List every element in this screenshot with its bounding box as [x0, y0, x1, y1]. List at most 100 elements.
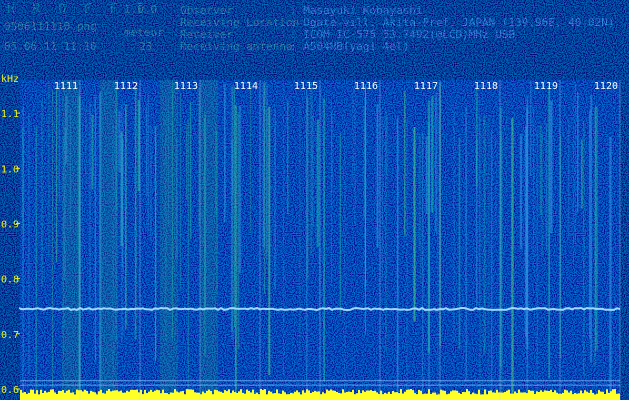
amplitude-bar — [130, 389, 132, 400]
amplitude-bar — [536, 391, 538, 400]
echo-streak — [475, 86, 478, 187]
amplitude-bar — [40, 389, 42, 400]
amplitude-bar — [314, 390, 316, 400]
echo-streak — [231, 139, 234, 340]
amplitude-bar — [36, 390, 38, 400]
echo-streak — [28, 113, 30, 375]
x-tick-label: 1115 — [294, 81, 318, 92]
amplitude-bar — [228, 389, 230, 400]
amplitude-bar — [56, 394, 58, 400]
amplitude-bar — [388, 391, 390, 400]
amplitude-bar — [96, 394, 98, 400]
amplitude-bar — [322, 392, 324, 400]
amplitude-bar — [84, 389, 86, 400]
amplitude-bar — [566, 390, 568, 400]
amplitude-bar — [610, 391, 612, 400]
amplitude-bar — [280, 393, 282, 400]
amplitude-bar — [356, 393, 358, 400]
amplitude-bar — [336, 392, 338, 400]
amplitude-bar — [412, 390, 414, 400]
amplitude-bar — [22, 392, 24, 400]
echo-streak — [40, 100, 44, 287]
amplitude-bar — [386, 393, 388, 400]
echo-streak — [238, 105, 242, 273]
echo-streak — [263, 80, 266, 295]
amplitude-bar — [480, 394, 482, 400]
amplitude-bar — [150, 389, 152, 400]
amplitude-bar — [470, 394, 472, 400]
amplitude-bar — [594, 394, 596, 400]
amplitude-bar — [418, 389, 420, 400]
echo-streak — [505, 96, 507, 195]
echo-streak — [420, 136, 421, 284]
echo-streak — [483, 114, 486, 354]
amplitude-bar — [514, 391, 516, 400]
amplitude-bar — [62, 390, 64, 400]
echo-streak — [406, 118, 408, 400]
y-axis-ticks: 1.1 1.0 0.9 0.8 0.7 0.6 — [1, 109, 20, 396]
amplitude-bar — [196, 392, 198, 400]
x-tick-label: 1117 — [414, 81, 438, 92]
x-tick-label: 1119 — [534, 81, 558, 92]
echo-streak — [453, 100, 455, 343]
amplitude-bar — [328, 390, 330, 400]
amplitude-bar — [74, 394, 76, 400]
echo-streak — [418, 133, 420, 251]
amplitude-bar — [52, 389, 54, 400]
amplitude-bar — [202, 391, 204, 400]
spectrogram: 1111 1112 1113 1114 1115 1116 1117 1118 1119 1120… — [1, 74, 621, 400]
amplitude-bar — [468, 391, 470, 400]
echo-streak — [435, 92, 437, 233]
amplitude-bar — [604, 394, 606, 400]
amplitude-bar — [584, 390, 586, 400]
amplitude-bar — [564, 389, 566, 400]
echo-streak — [376, 104, 379, 249]
echo-streak — [404, 91, 406, 236]
amplitude-bar — [128, 391, 130, 400]
echo-streak — [533, 106, 535, 260]
amplitude-bar — [136, 389, 138, 400]
echo-streak — [550, 100, 553, 234]
y-tick-label: 0.6 — [1, 385, 19, 396]
amplitude-bar — [458, 392, 460, 400]
echo-streak — [312, 115, 314, 227]
amplitude-bar — [264, 389, 266, 400]
echo-streak — [590, 94, 592, 363]
amplitude-bar — [272, 393, 274, 400]
amplitude-bar — [250, 392, 252, 400]
amplitude-bar — [586, 391, 588, 400]
amplitude-bar — [344, 392, 346, 400]
amplitude-bar — [482, 394, 484, 400]
echo-band — [62, 80, 80, 400]
amplitude-bar — [374, 390, 376, 400]
echo-streak — [583, 120, 585, 378]
amplitude-bar — [168, 394, 170, 400]
amplitude-bar — [420, 390, 422, 400]
amplitude-bar — [146, 393, 148, 400]
amplitude-bar — [332, 390, 334, 400]
echo-streak — [331, 100, 332, 287]
amplitude-bar — [542, 391, 544, 400]
echo-streak — [189, 101, 192, 240]
echo-streak — [118, 110, 121, 173]
amplitude-bar — [598, 390, 600, 400]
amplitude-bar — [298, 392, 300, 400]
amplitude-bar — [236, 393, 238, 400]
amplitude-bar — [94, 392, 96, 400]
amplitude-bar — [192, 389, 194, 400]
echo-streak — [536, 127, 539, 400]
amplitude-bar — [576, 393, 578, 400]
echo-streak — [413, 127, 416, 322]
echo-streak — [577, 92, 579, 213]
amplitude-bar — [370, 390, 372, 400]
amplitude-bar — [216, 390, 218, 400]
amplitude-bar — [430, 394, 432, 400]
amplitude-bar — [220, 391, 222, 400]
echo-streak — [422, 132, 424, 400]
amplitude-bar — [538, 392, 540, 400]
amplitude-bar — [348, 391, 350, 400]
amplitude-bar — [506, 390, 508, 400]
amplitude-bar — [44, 390, 46, 400]
x-tick-label: 1116 — [354, 81, 378, 92]
amplitude-bar — [406, 389, 408, 400]
